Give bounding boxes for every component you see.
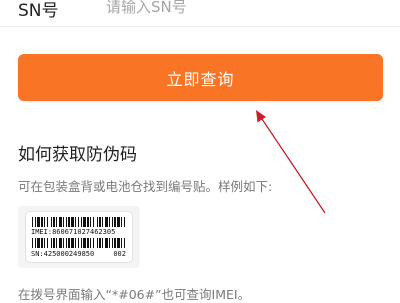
help-footer: 在拨号界面输入“*#06#”也可查询IMEI。 [18, 287, 251, 302]
imei-barcode [32, 217, 126, 227]
barcode-stripe [125, 217, 126, 227]
sample-label-sticker: IMEI:860671027462305 SN:425000249850 002 [26, 212, 132, 262]
query-button[interactable]: 立即查询 [18, 54, 383, 101]
sample-label-image: IMEI:860671027462305 SN:425000249850 002 [18, 206, 140, 268]
annotation-arrow-head [256, 110, 266, 123]
sample-code-text: 002 [113, 250, 126, 258]
sample-imei-text: IMEI:860671027462305 [31, 228, 116, 236]
sn-input[interactable] [106, 0, 376, 19]
barcode-stripe [125, 238, 126, 248]
sample-sn-text: SN:425000249850 [31, 250, 95, 258]
annotation-arrow-line [257, 112, 326, 214]
help-title: 如何获取防伪码 [18, 145, 137, 165]
sn-field-row: SN号 [0, 0, 400, 27]
sn-barcode [32, 238, 126, 248]
sn-field-label: SN号 [18, 1, 59, 21]
help-description: 可在包装盒背或电池仓找到编号贴。样例如下: [18, 179, 273, 194]
